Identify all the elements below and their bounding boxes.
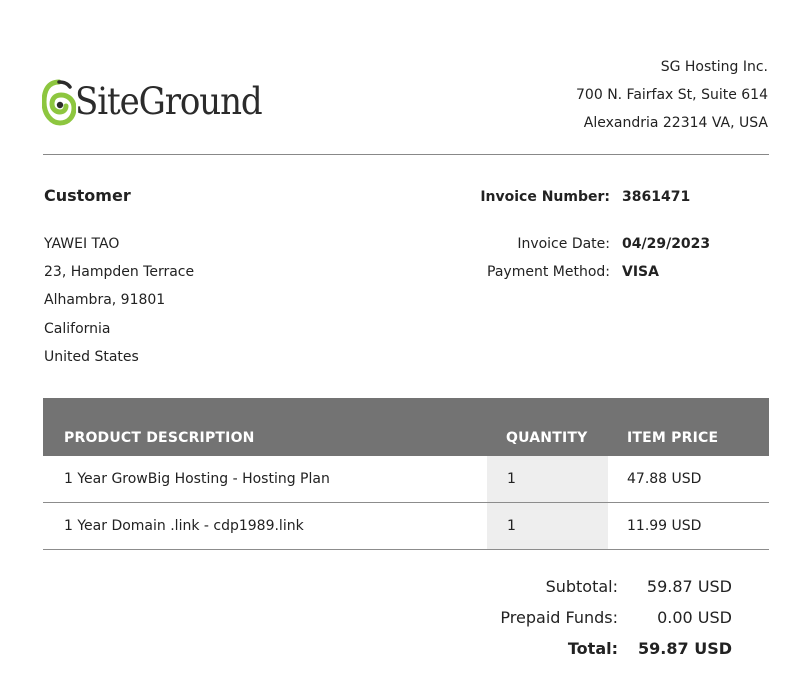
customer-name: YAWEI TAO <box>44 236 120 252</box>
total-row: Total: 59.87 USD <box>412 638 732 669</box>
company-street: 700 N. Fairfax St, Suite 614 <box>576 87 768 103</box>
payment-method-value: VISA <box>622 264 659 280</box>
siteground-swirl-icon <box>42 79 76 126</box>
customer-heading: Customer <box>44 186 131 205</box>
header-price: ITEM PRICE <box>627 430 719 446</box>
quantity-cell-bg <box>487 456 608 502</box>
company-address: SG Hosting Inc. 700 N. Fairfax St, Suite… <box>576 56 768 140</box>
invoice-items-table: PRODUCT DESCRIPTION QUANTITY ITEM PRICE … <box>43 398 769 550</box>
table-header: PRODUCT DESCRIPTION QUANTITY ITEM PRICE <box>43 398 769 456</box>
siteground-logo: SiteGround <box>42 72 272 132</box>
item-price: 47.88 USD <box>627 471 702 487</box>
company-name: SG Hosting Inc. <box>660 59 768 75</box>
table-row: 1 Year GrowBig Hosting - Hosting Plan 1 … <box>43 456 769 503</box>
prepaid-funds-label: Prepaid Funds: <box>500 608 618 627</box>
customer-street: 23, Hampden Terrace <box>44 264 195 281</box>
customer-city-zip: Alhambra, 91801 <box>44 292 166 309</box>
prepaid-funds-value: 0.00 USD <box>657 608 732 627</box>
subtotal-label: Subtotal: <box>545 577 618 596</box>
item-price: 11.99 USD <box>627 518 702 534</box>
customer-address: YAWEI TAO 23, Hampden Terrace Alhambra, … <box>44 233 194 374</box>
subtotal-value: 59.87 USD <box>646 577 732 596</box>
logo-wordmark: SiteGround <box>75 80 263 123</box>
invoice-date-value: 04/29/2023 <box>622 236 711 252</box>
item-description: 1 Year Domain .link - cdp1989.link <box>64 518 304 534</box>
invoice-number-value: 3861471 <box>622 189 691 205</box>
header-description: PRODUCT DESCRIPTION <box>64 430 255 446</box>
invoice-totals: Subtotal: 59.87 USD Prepaid Funds: 0.00 … <box>412 576 732 669</box>
total-value: 59.87 USD <box>638 639 732 658</box>
invoice-date-label: Invoice Date: <box>517 236 610 252</box>
invoice-number-label: Invoice Number: <box>480 189 610 205</box>
customer-state: California <box>44 320 111 337</box>
header-quantity: QUANTITY <box>506 430 588 446</box>
header-divider <box>43 154 769 155</box>
prepaid-funds-row: Prepaid Funds: 0.00 USD <box>412 607 732 638</box>
payment-method-label: Payment Method: <box>487 264 610 280</box>
quantity-cell-bg <box>487 503 608 549</box>
item-quantity: 1 <box>507 471 516 487</box>
item-description: 1 Year GrowBig Hosting - Hosting Plan <box>64 471 330 487</box>
company-city: Alexandria 22314 VA, USA <box>583 115 768 131</box>
customer-country: United States <box>44 348 139 365</box>
item-quantity: 1 <box>507 518 516 534</box>
subtotal-row: Subtotal: 59.87 USD <box>412 576 732 607</box>
table-row: 1 Year Domain .link - cdp1989.link 1 11.… <box>43 503 769 550</box>
total-label: Total: <box>567 639 618 658</box>
